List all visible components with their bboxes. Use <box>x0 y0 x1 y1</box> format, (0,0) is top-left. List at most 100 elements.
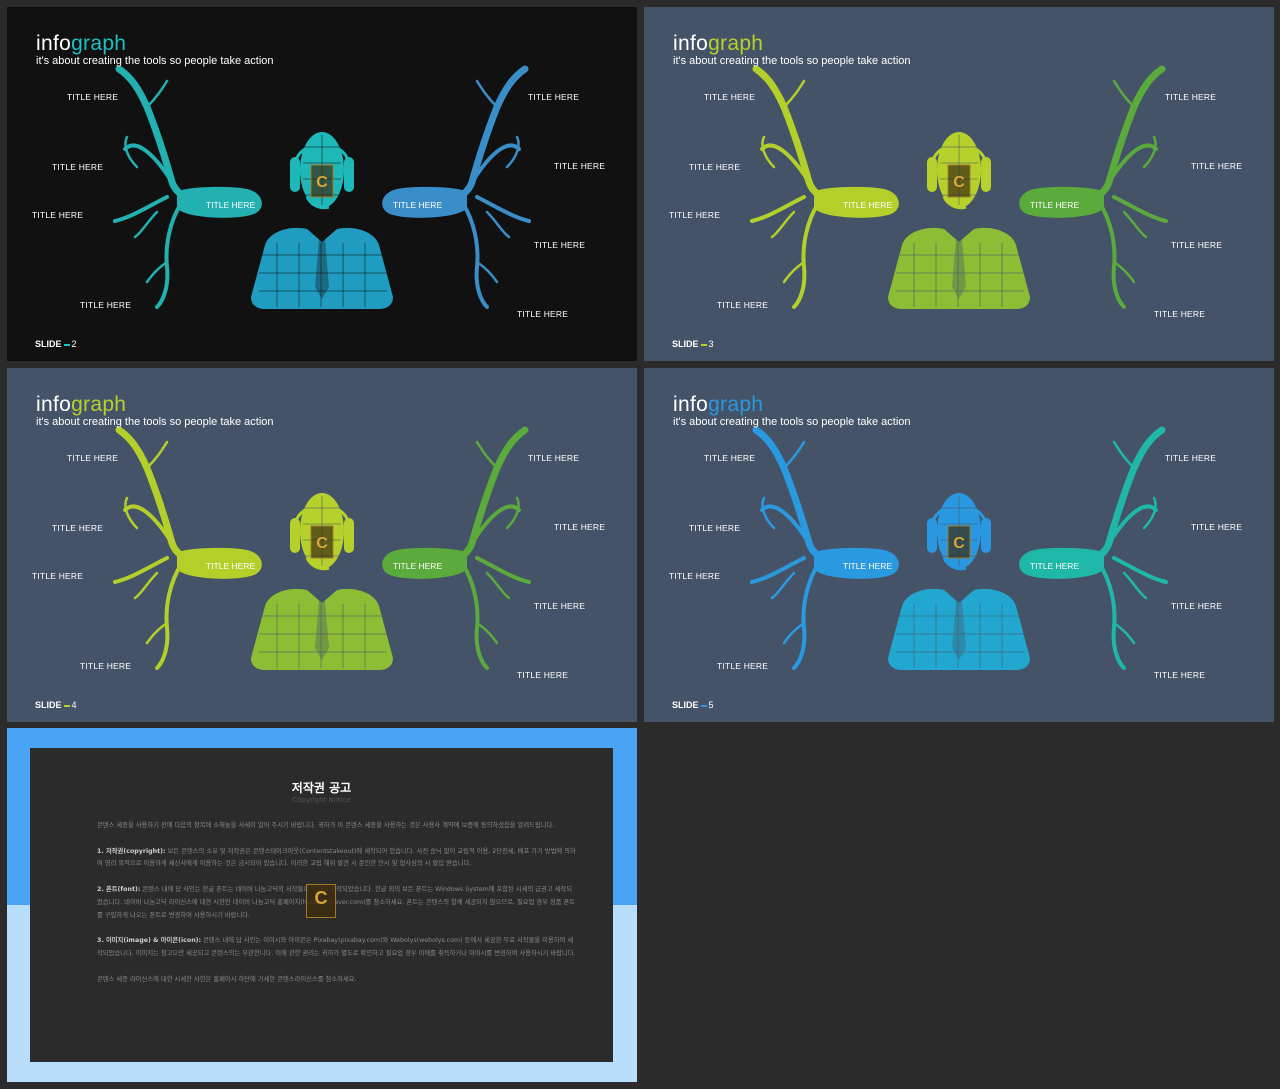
branch-title-label: TITLE HERE <box>554 522 606 532</box>
support-agent-icon <box>251 493 393 670</box>
notice-section-image: 3. 이미지(image) & 아이콘(icon): 콘텐스 내에 답 사인는 … <box>97 935 577 961</box>
slide-thumbnail-3[interactable]: Cinfograph it's about creating the tools … <box>644 7 1274 361</box>
branch-title-label: TITLE HERE <box>52 162 104 172</box>
svg-text:C: C <box>953 174 965 191</box>
slide-number-label: SLIDE <box>672 339 699 349</box>
branch-title-label: TITLE HERE <box>528 92 580 102</box>
svg-text:C: C <box>953 535 965 552</box>
slide-number-value: 2 <box>71 339 77 349</box>
branch-title-label: TITLE HERE <box>52 523 104 533</box>
slide-title: infograph <box>673 32 763 56</box>
left-pill-label: TITLE HERE <box>843 561 893 571</box>
watermark-logo-icon: C <box>310 164 334 198</box>
branch-title-label: TITLE HERE <box>517 670 569 680</box>
watermark-logo-icon: C <box>310 525 334 559</box>
branch-title-label: TITLE HERE <box>1191 161 1243 171</box>
support-agent-icon <box>888 493 1030 670</box>
slide-title-part-a: info <box>36 32 72 55</box>
watermark-logo-icon: C <box>947 164 971 198</box>
branch-title-label: TITLE HERE <box>517 309 569 319</box>
slide-subtitle: it's about creating the tools so people … <box>673 416 911 428</box>
branch-title-label: TITLE HERE <box>1165 453 1217 463</box>
branch-title-label: TITLE HERE <box>1154 670 1206 680</box>
right-pill-label: TITLE HERE <box>393 561 443 571</box>
slide-number-label: SLIDE <box>35 339 62 349</box>
notice-section-font: 2. 폰트(font): 콘텐스 내에 답 사인는 한글 폰트는 네이버 나눔고… <box>97 884 577 922</box>
notice-panel: 저작권 공고 Copyright Notice 콘텐스 세종을 사용하기 전에 … <box>30 748 613 1062</box>
branch-title-label: TITLE HERE <box>554 161 606 171</box>
slide-title-part-b: graph <box>71 32 127 55</box>
branch-title-label: TITLE HERE <box>32 571 84 581</box>
left-pill-label: TITLE HERE <box>843 200 893 210</box>
branch-title-label: TITLE HERE <box>669 571 721 581</box>
watermark-logo-icon: C <box>306 884 336 918</box>
svg-text:C: C <box>316 174 328 191</box>
notice-section-text: 콘텐스 내에 답 사인는 한글 폰트는 네이버 나눔고딕의 서작물로 쿠사이 세… <box>97 885 576 919</box>
branch-title-label: TITLE HERE <box>1154 309 1206 319</box>
slide-number: SLIDE 2 <box>35 339 77 349</box>
branch-title-label: TITLE HERE <box>1171 601 1223 611</box>
slide-title-part-a: info <box>673 393 709 416</box>
branch-title-label: TITLE HERE <box>67 92 119 102</box>
slide-title-part-b: graph <box>71 393 127 416</box>
branch-title-label: TITLE HERE <box>1191 522 1243 532</box>
slide-number-label: SLIDE <box>35 700 62 710</box>
branch-title-label: TITLE HERE <box>80 661 132 671</box>
branch-title-label: TITLE HERE <box>534 240 586 250</box>
branch-title-label: TITLE HERE <box>67 453 119 463</box>
notice-section-heading: 1. 저작권(copyright): <box>97 847 166 855</box>
right-pill-label: TITLE HERE <box>1030 200 1080 210</box>
notice-section-copyright: 1. 저작권(copyright): 보든 콘텐스의 소유 및 저작권은 콘텐스… <box>97 846 577 872</box>
branch-title-label: TITLE HERE <box>689 162 741 172</box>
copyright-notice-slide[interactable]: 저작권 공고 Copyright Notice 콘텐스 세종을 사용하기 전에 … <box>7 728 637 1082</box>
branch-title-label: TITLE HERE <box>717 300 769 310</box>
svg-text:C: C <box>316 535 328 552</box>
branch-title-label: TITLE HERE <box>717 661 769 671</box>
slide-subtitle: it's about creating the tools so people … <box>36 55 274 67</box>
slide-title: infograph <box>36 393 126 417</box>
watermark-logo-icon: C <box>947 525 971 559</box>
slide-title: infograph <box>36 32 126 56</box>
left-pill-label: TITLE HERE <box>206 200 256 210</box>
support-agent-icon <box>251 132 393 309</box>
slide-thumbnail-2[interactable]: Cinfograph it's about creating the tools … <box>7 7 637 361</box>
slide-number-value: 5 <box>708 700 714 710</box>
slide-number: SLIDE 3 <box>672 339 714 349</box>
slide-title: infograph <box>673 393 763 417</box>
slide-subtitle: it's about creating the tools so people … <box>36 416 274 428</box>
slide-title-part-b: graph <box>708 393 764 416</box>
branch-title-label: TITLE HERE <box>704 92 756 102</box>
branch-title-label: TITLE HERE <box>80 300 132 310</box>
notice-section-heading: 3. 이미지(image) & 아이콘(icon): <box>97 937 202 945</box>
branch-title-label: TITLE HERE <box>32 210 84 220</box>
branch-title-label: TITLE HERE <box>704 453 756 463</box>
slide-number-value: 3 <box>708 339 714 349</box>
notice-subtitle: Copyright Notice <box>292 796 351 804</box>
notice-body: 콘텐스 세종을 사용하기 전에 다음의 항목에 소해놓을 사세이 일어 주시기 … <box>97 820 577 999</box>
slide-number-label: SLIDE <box>672 700 699 710</box>
support-agent-icon <box>888 132 1030 309</box>
slide-thumbnail-5[interactable]: Cinfograph it's about creating the tools … <box>644 368 1274 722</box>
notice-outro: 콘텐스 세종 라이신스에 대한 시세한 사한은 홈페이시 하단에 기세한 콘텐스… <box>97 975 357 983</box>
slide-number-value: 4 <box>71 700 77 710</box>
slide-number-dash <box>700 343 707 346</box>
slide-thumbnail-4[interactable]: Cinfograph it's about creating the tools … <box>7 368 637 722</box>
branch-title-label: TITLE HERE <box>669 210 721 220</box>
branch-title-label: TITLE HERE <box>1165 92 1217 102</box>
slide-number-dash <box>63 704 70 707</box>
branch-title-label: TITLE HERE <box>534 601 586 611</box>
notice-intro: 콘텐스 세종을 사용하기 전에 다음의 항목에 소해놓을 사세이 일어 주시기 … <box>97 822 555 829</box>
slide-title-part-a: info <box>673 32 709 55</box>
right-pill-label: TITLE HERE <box>1030 561 1080 571</box>
branch-title-label: TITLE HERE <box>689 523 741 533</box>
notice-title: 저작권 공고 <box>291 781 352 795</box>
branch-title-label: TITLE HERE <box>1171 240 1223 250</box>
slide-title-part-a: info <box>36 393 72 416</box>
branch-title-label: TITLE HERE <box>528 453 580 463</box>
slide-subtitle: it's about creating the tools so people … <box>673 55 911 67</box>
slide-number: SLIDE 4 <box>35 700 77 710</box>
right-pill-label: TITLE HERE <box>393 200 443 210</box>
slide-number-dash <box>700 704 707 707</box>
left-pill-label: TITLE HERE <box>206 561 256 571</box>
notice-section-heading: 2. 폰트(font): <box>97 885 141 893</box>
